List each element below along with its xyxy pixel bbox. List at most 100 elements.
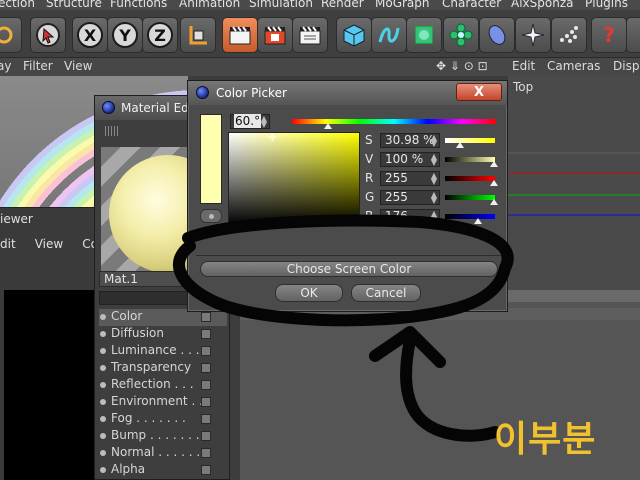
saturation-value-square[interactable] (228, 132, 360, 226)
cinema4d-logo-icon (102, 101, 115, 114)
cancel-button[interactable]: Cancel (351, 284, 421, 302)
extra-tool-button[interactable] (626, 17, 640, 53)
lock-y-axis-button[interactable]: Y (107, 17, 143, 53)
channel-bump[interactable]: Bump . . . . . . . (99, 428, 227, 445)
spinner-arrows-icon[interactable]: ▲ ▼ (431, 172, 437, 186)
channel-fog[interactable]: Fog . . . . . . . (99, 411, 227, 428)
red-input[interactable]: 255 ▲ ▼ (380, 171, 440, 186)
channel-reflection[interactable]: Reflection . . . (99, 377, 227, 394)
menu-mograph[interactable]: MoGraph (375, 0, 430, 10)
scene-button[interactable] (515, 17, 551, 53)
spinner-arrows-icon[interactable]: ▲ ▼ (261, 115, 267, 129)
help-button[interactable]: ? (591, 17, 627, 53)
hue-slider[interactable] (292, 119, 496, 124)
channel-checkbox[interactable] (201, 431, 211, 441)
channel-diffusion[interactable]: Diffusion (99, 326, 227, 343)
nurbs-button[interactable] (406, 17, 442, 53)
grip-icon[interactable] (105, 126, 119, 136)
value-input[interactable]: 100 % ▲ ▼ (380, 152, 440, 167)
menu-functions[interactable]: Functions (110, 0, 167, 10)
channel-checkbox[interactable] (201, 414, 211, 424)
menu-filter[interactable]: Filter (23, 59, 53, 73)
menu-render[interactable]: Render (321, 0, 364, 10)
spline-button[interactable] (371, 17, 407, 53)
menu-edit[interactable]: Edit (512, 59, 535, 73)
pv-menu-edit[interactable]: dit (0, 237, 16, 251)
hue-slider-handle[interactable] (324, 123, 332, 129)
blue-slider[interactable] (445, 214, 495, 219)
burst-icon (521, 23, 545, 47)
channel-checkbox[interactable] (201, 448, 211, 458)
channel-luminance[interactable]: Luminance . . . (99, 343, 227, 360)
channel-environment[interactable]: Environment . . (99, 394, 227, 411)
lock-z-axis-button[interactable]: Z (142, 17, 178, 53)
menu-character[interactable]: Character (442, 0, 501, 10)
channel-checkbox[interactable] (201, 346, 211, 356)
saturation-slider-handle[interactable] (456, 142, 464, 148)
channel-normal[interactable]: Normal . . . . . . (99, 445, 227, 462)
red-slider[interactable] (445, 176, 495, 181)
spinner-arrows-icon[interactable]: ▲ ▼ (431, 153, 437, 167)
value-slider[interactable] (445, 157, 495, 162)
ok-button[interactable]: OK (275, 284, 343, 302)
coordinate-system-button[interactable] (180, 17, 216, 53)
bullet-icon (100, 433, 106, 439)
saturation-slider[interactable] (445, 138, 495, 143)
menu-view[interactable]: View (64, 59, 92, 73)
y-axis-icon: Y (112, 22, 138, 48)
channel-checkbox[interactable] (201, 312, 211, 322)
bullet-icon (100, 348, 106, 354)
undo-button[interactable] (0, 17, 22, 53)
green-label: G (365, 190, 375, 204)
array-button[interactable] (443, 17, 479, 53)
bullet-icon (100, 416, 106, 422)
channel-checkbox[interactable] (201, 329, 211, 339)
render-settings-button[interactable] (292, 17, 328, 53)
hue-input[interactable]: 60.° ▲ ▼ (230, 114, 270, 129)
channel-checkbox[interactable] (201, 380, 211, 390)
spinner-arrows-icon[interactable]: ▲ ▼ (431, 134, 437, 148)
blue-slider-handle[interactable] (474, 218, 482, 224)
color-picker-titlebar[interactable]: Color Picker X (188, 81, 507, 105)
channel-checkbox[interactable] (201, 465, 211, 475)
blue-input[interactable]: 176 ▲ ▼ (380, 209, 440, 224)
green-slider[interactable] (445, 195, 495, 200)
menu-aixsponza[interactable]: AixSponza (511, 0, 573, 10)
lock-x-axis-button[interactable]: X (72, 17, 108, 53)
choose-screen-color-button[interactable]: Choose Screen Color (200, 261, 498, 277)
menu-cameras[interactable]: Cameras (547, 59, 600, 73)
channel-transparency[interactable]: Transparency (99, 360, 227, 377)
render-picture-viewer-button[interactable] (257, 17, 293, 53)
menu-structure[interactable]: Structure (46, 0, 102, 10)
sv-crosshair-icon[interactable]: ✛ (268, 133, 276, 144)
bullet-icon (100, 467, 106, 473)
viewport-label: Top (513, 80, 534, 94)
cube-primitive-button[interactable] (336, 17, 372, 53)
pv-menu-view[interactable]: View (35, 237, 63, 251)
channel-checkbox[interactable] (201, 397, 211, 407)
green-input[interactable]: 255 ▲ ▼ (380, 190, 440, 205)
menu-plugins[interactable]: Plugins (585, 0, 628, 10)
spinner-arrows-icon[interactable]: ▲ ▼ (431, 210, 437, 224)
value-slider-handle[interactable] (490, 161, 498, 167)
green-slider-handle[interactable] (490, 199, 498, 205)
spinner-arrows-icon[interactable]: ▲ ▼ (431, 191, 437, 205)
red-slider-handle[interactable] (490, 180, 498, 186)
channel-alpha[interactable]: Alpha (99, 462, 227, 479)
viewport-nav-icons[interactable]: ✥ ⇓ ⊙ ⊡ (436, 59, 488, 73)
menu-animation[interactable]: Animation (179, 0, 240, 10)
particles-button[interactable] (551, 17, 587, 53)
color-mode-button[interactable] (200, 209, 222, 223)
saturation-input[interactable]: 30.98 % ▲ ▼ (380, 133, 440, 148)
menu-simulation[interactable]: Simulation (249, 0, 313, 10)
close-button[interactable]: X (456, 83, 502, 101)
deformer-button[interactable] (479, 17, 515, 53)
live-selection-button[interactable] (30, 17, 66, 53)
render-view-button[interactable] (222, 17, 258, 53)
menu-display-right[interactable]: Displ (613, 59, 640, 73)
channel-checkbox[interactable] (201, 363, 211, 373)
viewport-menubar: ay Filter View ✥ ⇓ ⊙ ⊡ Edit Cameras Disp… (0, 58, 640, 76)
menu-selection[interactable]: ection (0, 0, 35, 10)
x-axis-icon: X (77, 22, 103, 48)
menu-display[interactable]: ay (0, 59, 11, 73)
